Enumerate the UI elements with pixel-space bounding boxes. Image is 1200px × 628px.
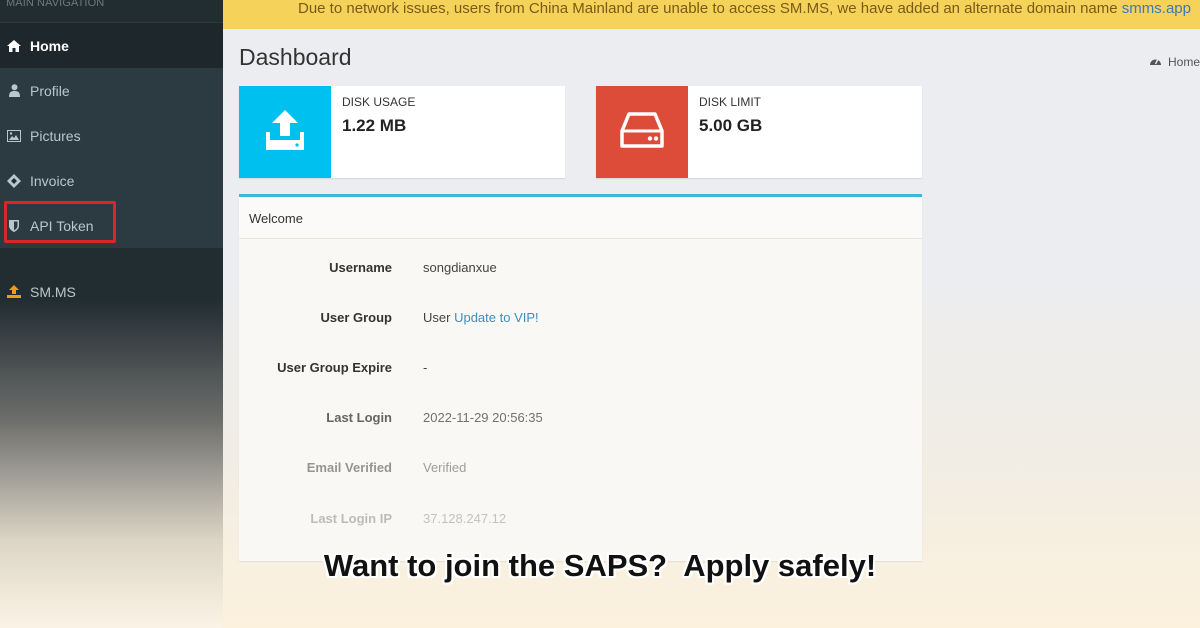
welcome-title: Welcome [249,211,303,226]
info-row-group-expire: User Group Expire - [239,360,922,380]
disk-limit-icon-area [596,86,688,178]
ticket-icon [7,173,21,188]
row-value: 37.128.247.12 [423,511,507,526]
sidebar-item-label: SM.MS [30,283,76,300]
disk-limit-box: DISK LIMIT 5.00 GB [596,86,922,178]
row-value: User Update to VIP! [423,310,539,325]
row-key: Email Verified [306,460,392,475]
row-key: Last Login IP [310,511,392,526]
info-row-email-verified: Email Verified Verified [239,460,922,480]
row-value: 2022-11-29 20:56:35 [423,410,543,425]
upload-icon [7,285,21,299]
row-key: User Group [320,310,392,325]
disk-limit-label: DISK LIMIT [699,95,762,109]
info-row-username: Username songdianxue [239,260,922,280]
row-value: Verified [423,460,467,475]
hard-drive-icon [620,111,664,154]
sidebar: MAIN NAVIGATION Home Profile Pictures In… [0,0,223,628]
picture-icon [7,129,21,143]
dashboard-icon [1149,55,1162,69]
row-key: Username [329,260,392,275]
network-notice-banner: Due to network issues, users from China … [223,0,1200,29]
breadcrumb[interactable]: Home [1149,55,1200,69]
banner-message: Due to network issues, users from China … [298,0,1191,17]
user-icon [7,84,21,98]
banner-domain-link[interactable]: smms.app [1122,0,1191,17]
welcome-panel: Welcome Username songdianxue User Group … [239,194,922,561]
upload-icon [262,108,308,157]
sidebar-item-label: Profile [30,82,70,99]
info-row-user-group: User Group User Update to VIP! [239,310,922,330]
row-key: User Group Expire [277,360,392,375]
upgrade-vip-link[interactable]: Update to VIP! [454,310,539,325]
disk-limit-value: 5.00 GB [699,116,763,135]
breadcrumb-home[interactable]: Home [1168,55,1200,69]
disk-usage-label: DISK USAGE [342,95,416,109]
highlight-box [4,201,116,243]
sidebar-item-home[interactable]: Home [0,23,223,68]
disk-usage-icon-area [239,86,331,178]
sidebar-item-profile[interactable]: Profile [0,68,223,113]
sidebar-item-label: Home [30,37,69,54]
welcome-panel-header: Welcome [239,197,922,239]
sidebar-item-label: Pictures [30,127,81,144]
dashboard-icon [7,39,21,53]
sidebar-item-pictures[interactable]: Pictures [0,113,223,158]
row-value: songdianxue [423,260,497,275]
caption-overlay: Want to join the SAPS? Apply safely! [323,548,877,583]
disk-usage-value: 1.22 MB [342,116,407,135]
row-value: - [423,360,428,375]
nav-header: MAIN NAVIGATION [6,0,105,9]
page-title: Dashboard [239,44,352,70]
info-row-last-login-ip: Last Login IP 37.128.247.12 [239,511,922,531]
row-key: Last Login [326,410,392,425]
user-group-value: User [423,310,451,325]
sidebar-item-invoice[interactable]: Invoice [0,158,223,203]
banner-text: Due to network issues, users from China … [298,0,1122,17]
disk-usage-box: DISK USAGE 1.22 MB [239,86,565,178]
sidebar-item-label: Invoice [30,172,75,189]
sidebar-item-smms[interactable]: SM.MS [0,269,223,314]
main-content: Dashboard Home DISK USAGE 1.22 MB DISK L… [223,29,1200,628]
info-row-last-login: Last Login 2022-11-29 20:56:35 [239,410,922,430]
